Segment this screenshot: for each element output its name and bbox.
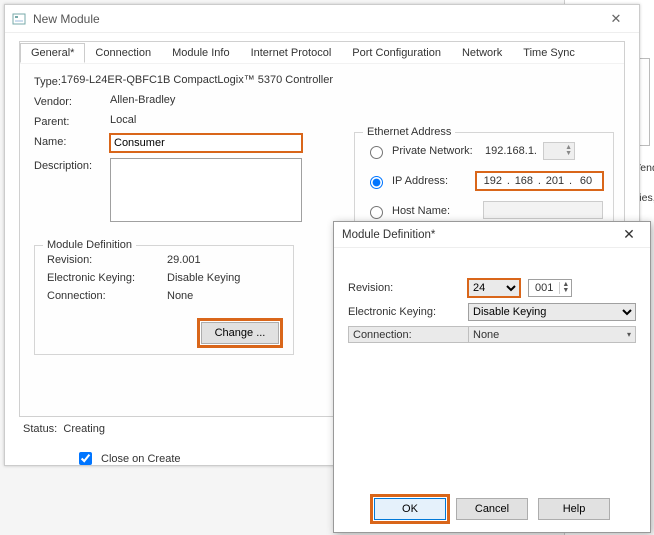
chevron-down-icon: ▾ bbox=[623, 330, 631, 339]
close-on-create-label: Close on Create bbox=[101, 453, 181, 465]
change-button[interactable]: Change ... bbox=[201, 322, 279, 344]
ip-address-input[interactable]: 192. 168. 201. 60 bbox=[476, 172, 603, 190]
help-button[interactable]: Help bbox=[538, 498, 610, 520]
status-value: Creating bbox=[63, 423, 105, 435]
conn-v: None bbox=[167, 290, 281, 302]
host-name-label: Host Name: bbox=[392, 205, 450, 217]
private-octet-spinner[interactable]: ▲▼ bbox=[543, 142, 575, 160]
tab-connection[interactable]: Connection bbox=[85, 44, 162, 62]
revision-major-select[interactable]: 24 bbox=[468, 279, 520, 297]
name-input[interactable] bbox=[110, 134, 302, 152]
sub-conn-label: Connection: bbox=[348, 326, 468, 343]
sub-close-icon[interactable]: ✕ bbox=[616, 226, 642, 243]
tab-bar: General* Connection Module Info Internet… bbox=[20, 42, 624, 64]
parent-label: Parent: bbox=[34, 114, 110, 128]
ip-octet-3[interactable]: 201 bbox=[543, 175, 567, 187]
revision-minor-value[interactable]: 001 bbox=[529, 282, 559, 294]
type-value: 1769-L24ER-QBFC1B CompactLogix™ 5370 Con… bbox=[61, 74, 333, 86]
sub-revision-label: Revision: bbox=[348, 282, 468, 294]
tab-internet-protocol[interactable]: Internet Protocol bbox=[241, 44, 343, 62]
dialog-title: New Module bbox=[33, 12, 599, 26]
parent-value: Local bbox=[110, 114, 324, 126]
status-label: Status: bbox=[23, 423, 57, 435]
connection-select[interactable]: None▾ bbox=[468, 326, 636, 343]
revision-v: 29.001 bbox=[167, 254, 281, 266]
revision-minor-spinner[interactable]: ▲▼ bbox=[559, 282, 571, 294]
electronic-keying-select[interactable]: Disable Keying bbox=[468, 303, 636, 321]
ek-v: Disable Keying bbox=[167, 272, 281, 284]
tab-time-sync[interactable]: Time Sync bbox=[513, 44, 586, 62]
tab-module-info[interactable]: Module Info bbox=[162, 44, 240, 62]
conn-k: Connection: bbox=[47, 290, 167, 302]
module-definition-dialog: Module Definition* ✕ Revision: 24 001 ▲▼… bbox=[333, 221, 651, 533]
tab-general[interactable]: General* bbox=[20, 43, 85, 63]
name-label: Name: bbox=[34, 134, 110, 148]
tab-port-configuration[interactable]: Port Configuration bbox=[342, 44, 452, 62]
private-network-label: Private Network: bbox=[392, 145, 473, 157]
description-label: Description: bbox=[34, 158, 110, 172]
ip-octet-1[interactable]: 192 bbox=[481, 175, 505, 187]
revision-k: Revision: bbox=[47, 254, 167, 266]
close-on-create-checkbox[interactable] bbox=[79, 452, 92, 465]
ip-address-radio[interactable] bbox=[370, 176, 383, 189]
close-icon[interactable]: ✕ bbox=[599, 11, 633, 27]
ip-octet-2[interactable]: 168 bbox=[512, 175, 536, 187]
type-label: Type: bbox=[34, 74, 61, 88]
ethernet-legend: Ethernet Address bbox=[363, 126, 455, 138]
ip-address-label: IP Address: bbox=[392, 175, 448, 187]
module-definition-legend: Module Definition bbox=[43, 239, 136, 251]
private-prefix: 192.168.1. bbox=[485, 145, 537, 157]
ip-octet-4[interactable]: 60 bbox=[574, 175, 598, 187]
private-network-radio[interactable] bbox=[370, 146, 383, 159]
cancel-button[interactable]: Cancel bbox=[456, 498, 528, 520]
vendor-value: Allen-Bradley bbox=[110, 94, 324, 106]
ek-k: Electronic Keying: bbox=[47, 272, 167, 284]
host-name-input bbox=[483, 201, 603, 219]
sub-ek-label: Electronic Keying: bbox=[348, 306, 468, 318]
tab-network[interactable]: Network bbox=[452, 44, 513, 62]
description-input[interactable] bbox=[110, 158, 302, 222]
host-name-radio[interactable] bbox=[370, 206, 383, 219]
module-icon bbox=[11, 11, 27, 27]
ok-button[interactable]: OK bbox=[374, 498, 446, 520]
vendor-label: Vendor: bbox=[34, 94, 110, 108]
sub-dialog-title: Module Definition* bbox=[342, 229, 616, 241]
